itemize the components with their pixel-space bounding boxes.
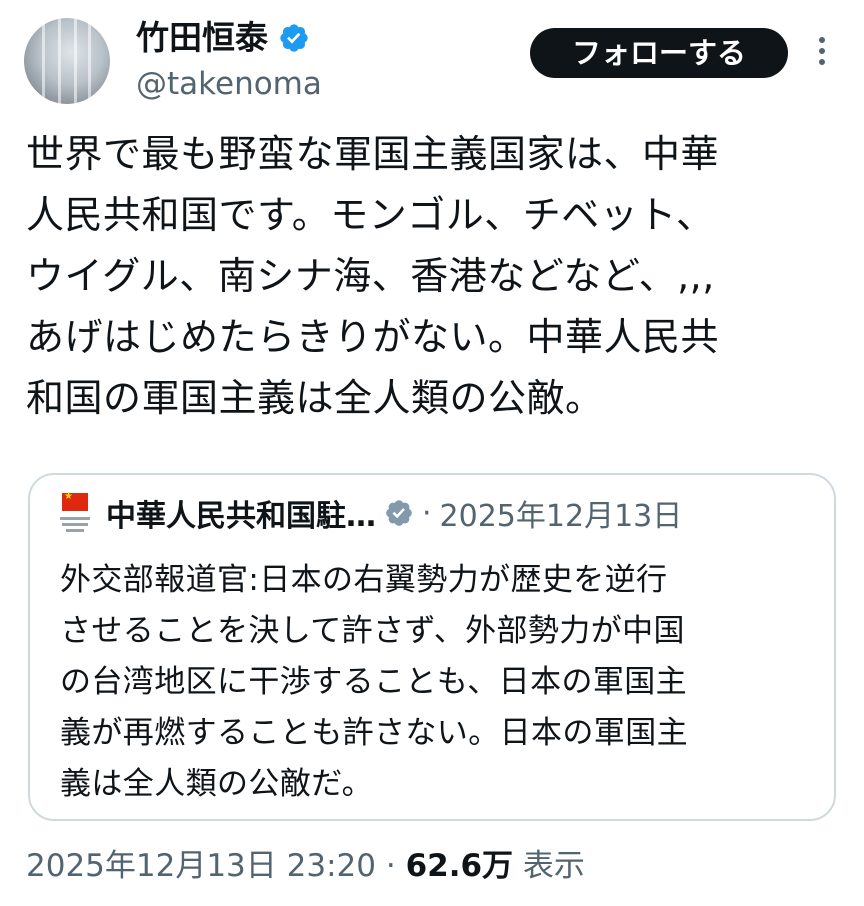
quoted-text-line: 義が再燃することも許さない。日本の軍国主 — [60, 715, 688, 751]
china-flag-icon — [62, 491, 88, 511]
author-avatar[interactable] — [24, 18, 110, 104]
views-count: 62.6万 — [405, 848, 514, 884]
author-name-row: 竹田恒泰 — [136, 16, 310, 60]
verified-badge-icon — [280, 24, 308, 52]
views-label: 表示 — [522, 848, 585, 884]
tweet-text-line: 和国の軍国主義は全人類の公敵。 — [26, 376, 604, 420]
tweet-text: 世界で最も野蛮な軍国主義国家は、中華 人民共和国です。モンゴル、チベット、 ウイ… — [26, 124, 836, 429]
quoted-author-avatar[interactable] — [58, 491, 92, 533]
tweet-meta: 2025年12月13日 23:20 · 62.6万 表示 — [26, 844, 585, 888]
tweet: 竹田恒泰 @takenoma フォローする 世界で最も野蛮な軍国主義国家は、中華… — [0, 0, 864, 906]
quoted-tweet-date[interactable]: 2025年12月13日 — [440, 491, 683, 535]
meta-separator: · — [385, 848, 396, 884]
quoted-author-name[interactable]: 中華人民共和国駐… — [106, 491, 376, 535]
tweet-text-line: 世界で最も野蛮な軍国主義国家は、中華 — [26, 132, 720, 176]
quoted-tweet-text: 外交部報道官:日本の右翼勢力が歴史を逆行 させることを決して許さず、外部勢力が中… — [60, 555, 820, 810]
author-display-name[interactable]: 竹田恒泰 — [136, 16, 268, 60]
quoted-separator: · — [422, 495, 432, 531]
quoted-text-line: 義は全人類の公敵だ。 — [60, 766, 374, 802]
more-vertical-icon[interactable] — [812, 34, 832, 74]
quoted-text-line: の台湾地区に干渉することも、日本の軍国主 — [60, 664, 688, 700]
tweet-text-line: ウイグル、南シナ海、香港などなど、,,, — [26, 254, 715, 298]
quoted-tweet-header: 中華人民共和国駐… · 2025年12月13日 — [58, 491, 682, 535]
verified-badge-icon — [386, 500, 412, 526]
author-handle[interactable]: @takenoma — [136, 62, 322, 106]
tweet-text-line: あげはじめたらきりがない。中華人民共 — [26, 315, 720, 359]
tweet-text-line: 人民共和国です。モンゴル、チベット、 — [26, 193, 715, 237]
quoted-tweet-card[interactable]: 中華人民共和国駐… · 2025年12月13日 外交部報道官:日本の右翼勢力が歴… — [28, 473, 836, 821]
follow-button[interactable]: フォローする — [530, 28, 788, 78]
quoted-text-line: させることを決して許さず、外部勢力が中国 — [60, 613, 685, 649]
tweet-timestamp[interactable]: 2025年12月13日 23:20 — [26, 848, 376, 884]
quoted-text-line: 外交部報道官:日本の右翼勢力が歴史を逆行 — [60, 562, 668, 598]
